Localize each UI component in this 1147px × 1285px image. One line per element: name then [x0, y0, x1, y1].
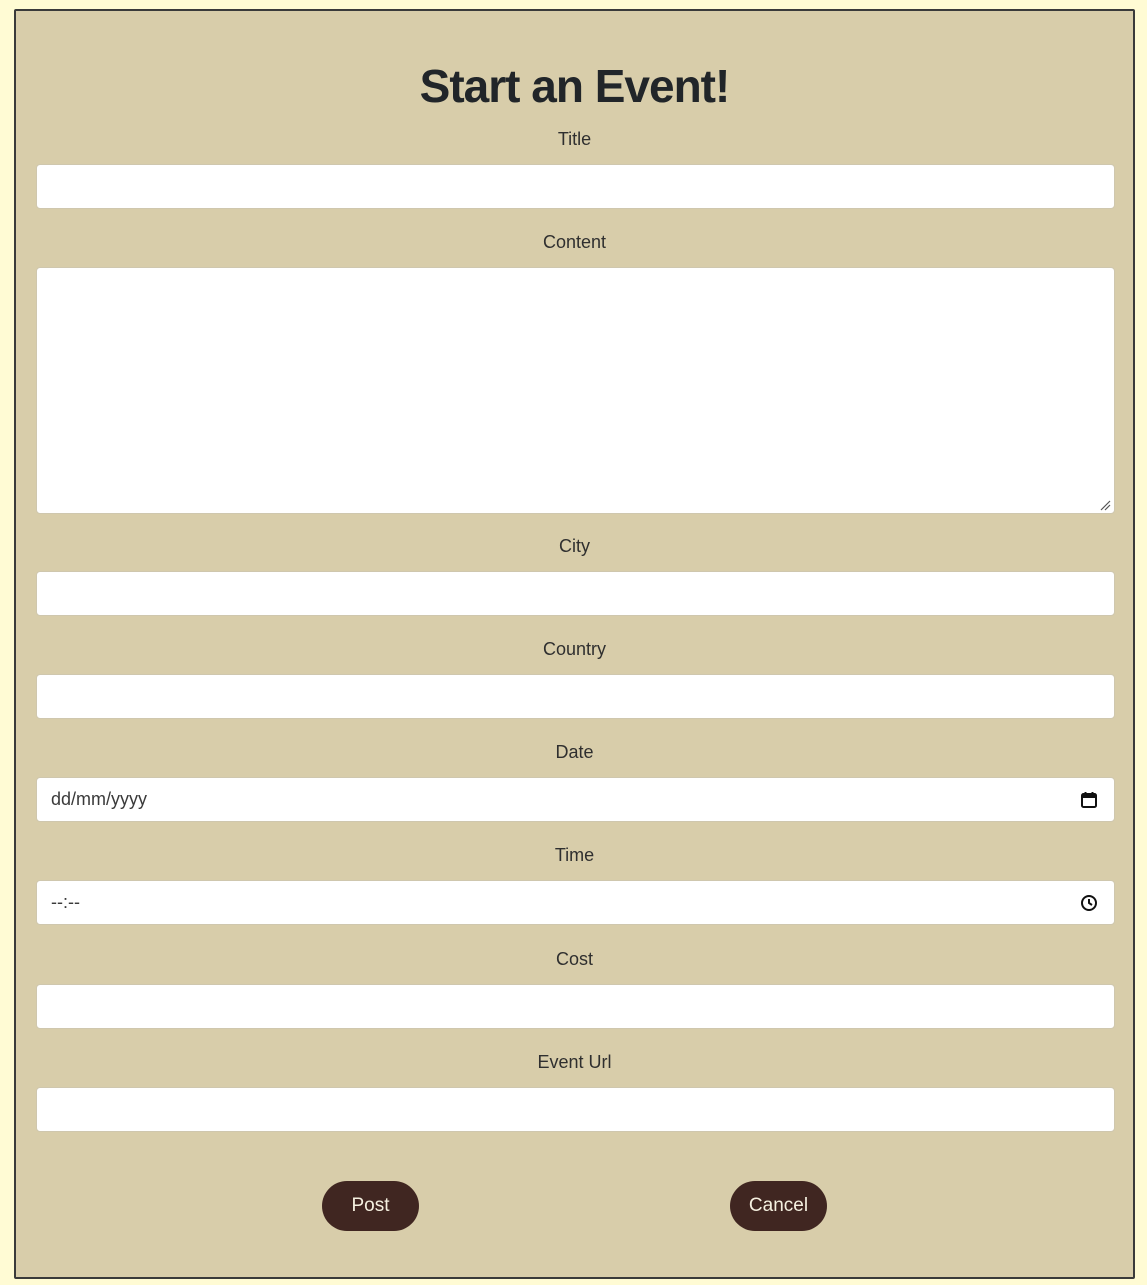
date-input[interactable]: dd/mm/yyyy — [36, 777, 1115, 822]
content-textarea[interactable] — [36, 267, 1115, 514]
cost-label: Cost — [555, 949, 593, 969]
date-placeholder: dd/mm/yyyy — [51, 789, 148, 809]
time-label: Time — [554, 845, 595, 865]
content-label: Content — [542, 232, 607, 252]
country-input[interactable] — [36, 674, 1115, 719]
city-label: City — [559, 536, 590, 556]
post-button[interactable]: Post — [322, 1181, 419, 1231]
calendar-icon[interactable] — [1078, 789, 1100, 811]
title-input[interactable] — [36, 164, 1115, 209]
city-input[interactable] — [36, 571, 1115, 616]
page-title: Start an Event! — [419, 60, 731, 112]
event-url-label: Event Url — [537, 1052, 612, 1072]
cost-input[interactable] — [36, 984, 1115, 1029]
resize-grip-icon[interactable] — [1099, 499, 1111, 511]
country-label: Country — [542, 639, 607, 659]
content-textarea-wrapper — [36, 267, 1115, 514]
cancel-button[interactable]: Cancel — [730, 1181, 827, 1231]
title-label: Title — [557, 129, 592, 149]
event-form-card: Start an Event! Title Content City Count… — [14, 9, 1135, 1279]
clock-icon[interactable] — [1078, 892, 1100, 914]
time-input[interactable]: --:-- — [36, 880, 1115, 925]
time-placeholder: --:-- — [51, 892, 80, 912]
date-label: Date — [555, 742, 594, 762]
event-url-input[interactable] — [36, 1087, 1115, 1132]
